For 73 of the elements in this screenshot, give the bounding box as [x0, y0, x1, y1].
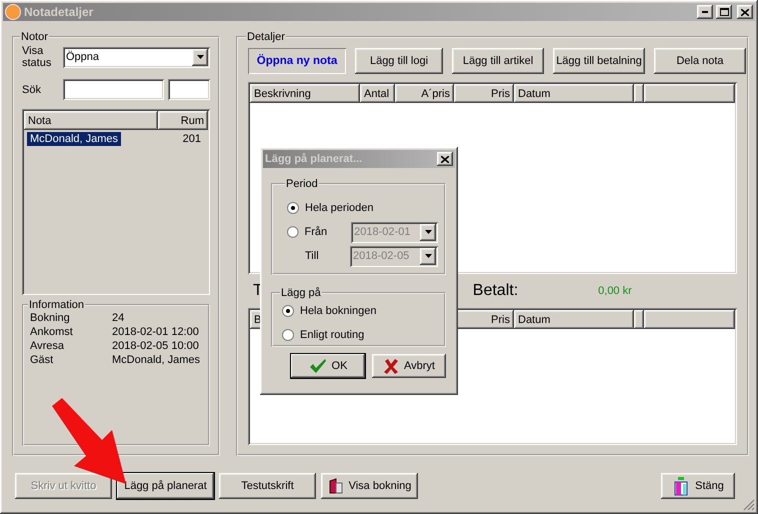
footer-button[interactable]: Visa bokning	[321, 473, 418, 499]
radio-button[interactable]	[282, 305, 294, 317]
column-header[interactable]: Nota	[24, 111, 158, 130]
minimize-icon	[702, 11, 708, 13]
open-note-button[interactable]: Öppna ny nota	[248, 48, 346, 74]
ok-button[interactable]: OK	[291, 354, 365, 378]
dropdown-arrow-icon	[196, 55, 204, 59]
radio-button[interactable]	[287, 202, 299, 214]
column-header[interactable]: Antal	[360, 84, 395, 103]
column-header[interactable]	[644, 310, 735, 329]
group-title: Notor	[20, 31, 49, 43]
radio-label: Från	[304, 226, 328, 238]
column-header[interactable]: Pris	[454, 84, 514, 103]
column-header[interactable]	[634, 84, 644, 103]
radio-label: Hela perioden	[305, 202, 374, 214]
group-title: Information	[28, 299, 86, 311]
group-title: Detaljer	[246, 31, 286, 43]
column-header[interactable]	[644, 84, 735, 103]
close-button[interactable]	[737, 5, 753, 19]
radio-button[interactable]	[287, 226, 299, 238]
close-button[interactable]	[437, 152, 453, 166]
dialog-title: Lägg på planerat...	[265, 153, 364, 165]
book-icon	[328, 478, 344, 494]
status-dropdown[interactable]: Öppna	[63, 46, 210, 68]
paid-label: Betalt:	[472, 282, 518, 300]
field-label: Visa status	[22, 45, 52, 69]
field-label: Till	[304, 250, 320, 262]
cancel-button[interactable]: Avbryt	[372, 354, 446, 378]
resize-grip	[743, 499, 755, 511]
maximize-icon	[720, 8, 728, 16]
cross-icon	[383, 358, 399, 374]
footer-button[interactable]: Lägg på planerat	[117, 473, 214, 499]
window-title: Notadetaljer	[24, 5, 94, 19]
app-icon	[5, 4, 21, 20]
close-icon	[741, 8, 749, 16]
column-header[interactable]: Beskrivning	[250, 84, 360, 103]
group-title: Period	[285, 178, 319, 190]
action-button[interactable]: Dela nota	[654, 48, 746, 74]
search-field[interactable]	[63, 79, 164, 100]
close-icon	[441, 156, 449, 162]
action-button[interactable]: Lägg till artikel	[452, 48, 544, 74]
action-button[interactable]: Lägg till betalning	[553, 48, 645, 74]
minimize-button[interactable]	[697, 5, 713, 19]
room-number: 201	[182, 132, 202, 146]
column-header[interactable]: Datum	[514, 84, 634, 103]
radio-button[interactable]	[282, 329, 294, 341]
footer-button[interactable]: Testutskrift	[219, 473, 316, 499]
radio-label: Enligt routing	[300, 329, 364, 341]
dropdown-arrow-icon	[424, 254, 432, 258]
column-header[interactable]: Rum	[158, 111, 208, 130]
info-label: Bokning	[30, 312, 71, 324]
info-value: 2018-02-05 10:00	[112, 340, 199, 352]
column-header[interactable]: Datum	[514, 310, 634, 329]
radio-label: Hela bokningen	[300, 305, 376, 317]
info-label: Ankomst	[30, 326, 74, 338]
field-label: Sök	[22, 84, 42, 96]
action-button[interactable]: Lägg till logi	[355, 48, 443, 74]
info-value: McDonald, James	[112, 354, 200, 366]
info-value: 2018-02-01 12:00	[112, 326, 199, 338]
column-header[interactable]: A´pris	[395, 84, 454, 103]
footer-button[interactable]: Stäng	[661, 473, 735, 499]
info-value: 24	[112, 312, 124, 324]
column-header[interactable]	[634, 310, 644, 329]
door-exit-icon	[672, 476, 690, 496]
dropdown-arrow-icon	[424, 230, 432, 234]
group-title: Lägg på	[280, 287, 322, 299]
check-icon	[308, 358, 327, 374]
paid-amount: 0,00 kr	[598, 285, 632, 297]
list-item[interactable]: McDonald, James	[27, 132, 122, 146]
maximize-button[interactable]	[716, 5, 732, 19]
info-label: Avresa	[30, 340, 66, 352]
search-field[interactable]	[168, 79, 210, 100]
info-label: Gäst	[30, 354, 54, 366]
